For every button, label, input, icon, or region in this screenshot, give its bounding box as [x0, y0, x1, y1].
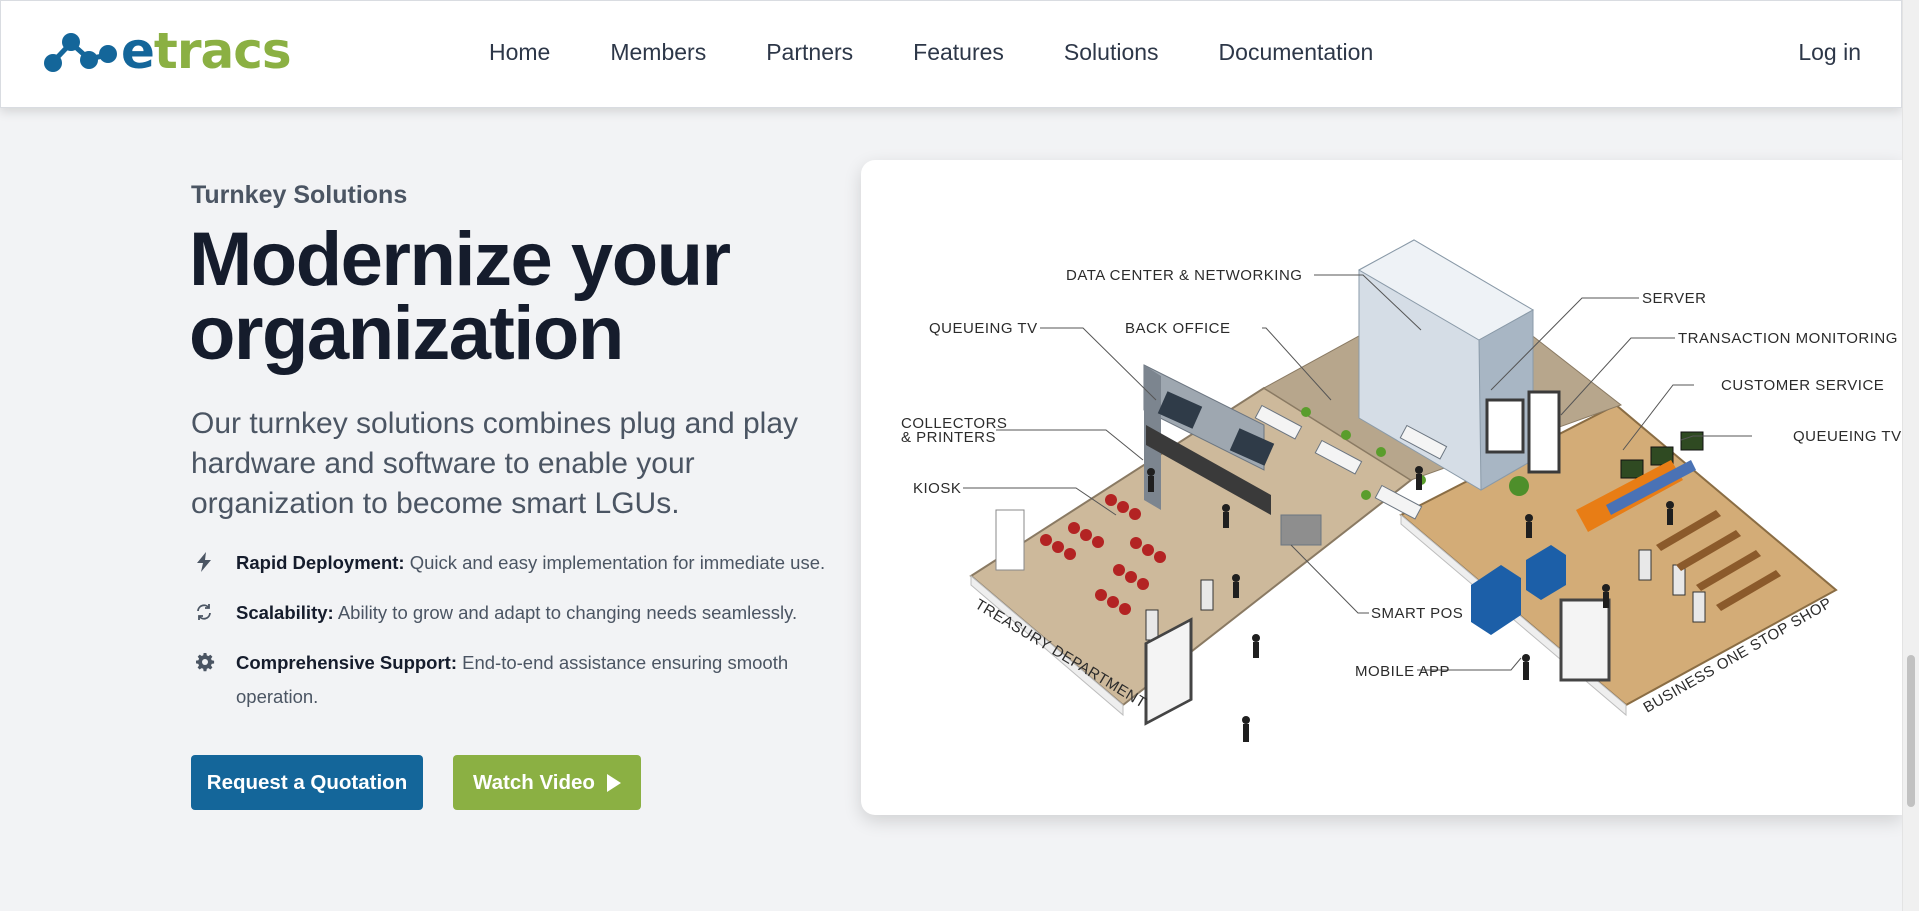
- label-transaction-monitoring: TRANSACTION MONITORING: [1678, 330, 1898, 347]
- logo-wordmark: etracs: [121, 22, 292, 80]
- transaction-monitor: [1485, 398, 1525, 454]
- main-nav: Home Members Partners Features Solutions…: [489, 39, 1433, 66]
- feature-item: Rapid Deployment: Quick and easy impleme…: [191, 550, 831, 580]
- gear-icon: [191, 650, 236, 674]
- page-scrollbar[interactable]: [1902, 0, 1919, 911]
- label-queueing-tv-right: QUEUEING TV: [1793, 428, 1902, 445]
- queueing-tv: [1620, 459, 1644, 479]
- refresh-icon: [191, 600, 236, 624]
- feature-item: Comprehensive Support: End-to-end assist…: [191, 650, 831, 714]
- label-printers: & PRINTERS: [901, 429, 996, 446]
- login-link[interactable]: Log in: [1798, 39, 1861, 66]
- feature-title: Scalability:: [236, 602, 334, 623]
- nav-partners[interactable]: Partners: [766, 39, 853, 66]
- scrollbar-thumb[interactable]: [1907, 655, 1915, 807]
- solution-illustration-card: DATA CENTER & NETWORKING SERVER QUEUEING…: [861, 160, 1902, 815]
- label-mobile-app: MOBILE APP: [1355, 663, 1450, 680]
- feature-title: Comprehensive Support:: [236, 652, 457, 673]
- exit-door: [1527, 390, 1561, 474]
- watch-video-label: Watch Video: [473, 770, 595, 794]
- label-customer-service: CUSTOMER SERVICE: [1721, 377, 1884, 394]
- label-kiosk: KIOSK: [913, 480, 961, 497]
- hero-title: Modernize your organization: [189, 217, 731, 376]
- label-server: SERVER: [1642, 290, 1706, 307]
- site-header: etracs Home Members Partners Features So…: [0, 0, 1902, 108]
- label-queueing-tv-left: QUEUEING TV: [929, 320, 1038, 337]
- nav-solutions[interactable]: Solutions: [1064, 39, 1159, 66]
- hero-eyebrow: Turnkey Solutions: [191, 181, 408, 209]
- etracs-logo[interactable]: etracs: [41, 22, 292, 80]
- watch-video-button[interactable]: Watch Video: [453, 755, 641, 810]
- feature-text: Quick and easy implementation for immedi…: [409, 552, 826, 573]
- request-quotation-button[interactable]: Request a Quotation: [191, 755, 423, 810]
- nav-features[interactable]: Features: [913, 39, 1004, 66]
- isometric-office-illustration: DATA CENTER & NETWORKING SERVER QUEUEING…: [901, 239, 1902, 742]
- nav-home[interactable]: Home: [489, 39, 550, 66]
- hero-description: Our turnkey solutions combines plug and …: [191, 407, 799, 520]
- plant: [1509, 476, 1529, 496]
- play-icon: [606, 773, 621, 792]
- label-data-center: DATA CENTER & NETWORKING: [1066, 267, 1302, 284]
- lightning-icon: [191, 550, 236, 574]
- feature-list: Rapid Deployment: Quick and easy impleme…: [191, 550, 831, 734]
- nav-members[interactable]: Members: [610, 39, 706, 66]
- label-back-office: BACK OFFICE: [1125, 320, 1231, 337]
- logo-mark-icon: [44, 33, 117, 72]
- label-smart-pos: SMART POS: [1371, 605, 1463, 622]
- nav-documentation[interactable]: Documentation: [1219, 39, 1374, 66]
- feature-title: Rapid Deployment:: [236, 552, 405, 573]
- banner-standee: [995, 509, 1025, 571]
- feature-item: Scalability: Ability to grow and adapt t…: [191, 600, 831, 630]
- entrance-door: [1559, 598, 1611, 682]
- request-quotation-label: Request a Quotation: [206, 770, 408, 794]
- feature-text: Ability to grow and adapt to changing ne…: [337, 602, 798, 623]
